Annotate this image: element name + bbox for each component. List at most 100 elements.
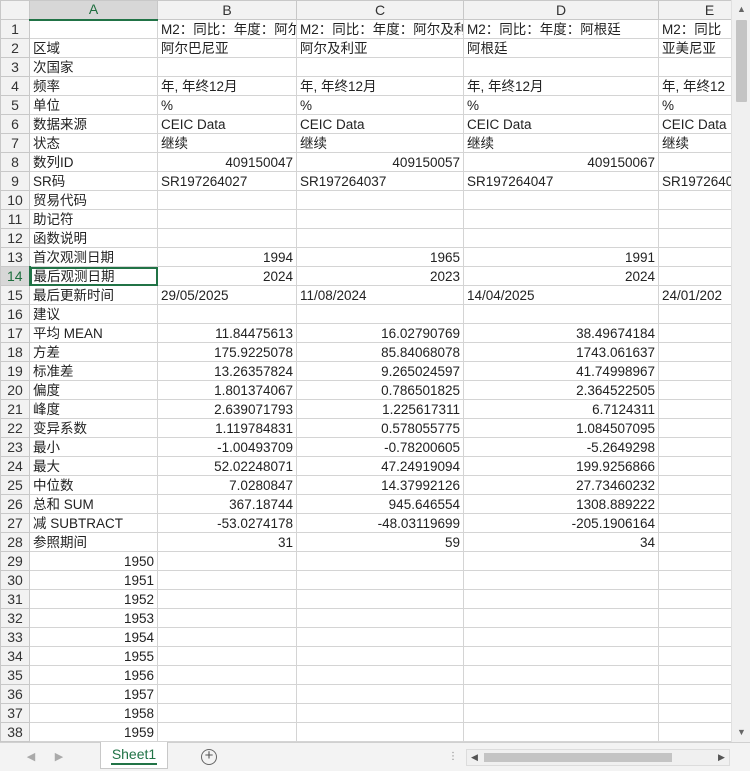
cell-d4[interactable]: 年, 年终12月 [463, 76, 659, 96]
row-header[interactable]: 12 [0, 228, 30, 248]
row-header[interactable]: 3 [0, 57, 30, 77]
cell-b17[interactable]: 11.84475613 [157, 323, 297, 343]
row-header[interactable]: 8 [0, 152, 30, 172]
row-header[interactable]: 18 [0, 342, 30, 362]
cell-a33[interactable]: 1954 [29, 627, 158, 647]
cell-b30[interactable] [157, 570, 297, 590]
cell-d14[interactable]: 2024 [463, 266, 659, 286]
cell-b8[interactable]: 409150047 [157, 152, 297, 172]
cell-d15[interactable]: 14/04/2025 [463, 285, 659, 305]
cell-d27[interactable]: -205.1906164 [463, 513, 659, 533]
cell-b34[interactable] [157, 646, 297, 666]
row-header[interactable]: 28 [0, 532, 30, 552]
row-header[interactable]: 35 [0, 665, 30, 685]
cell-c14[interactable]: 2023 [296, 266, 464, 286]
cell-b19[interactable]: 13.26357824 [157, 361, 297, 381]
cell-b5[interactable]: % [157, 95, 297, 115]
cell-d30[interactable] [463, 570, 659, 590]
cell-b10[interactable] [157, 190, 297, 210]
cell-e15[interactable]: 24/01/202 [658, 285, 731, 305]
cell-d37[interactable] [463, 703, 659, 723]
cell-b1[interactable]: M2：同比：年度：阿尔巴尼亚 [157, 19, 297, 39]
cell-d21[interactable]: 6.7124311 [463, 399, 659, 419]
column-header-d[interactable]: D [463, 0, 659, 20]
cell-b14[interactable]: 2024 [157, 266, 297, 286]
cell-a26[interactable]: 总和 SUM [29, 494, 158, 514]
cell-e27[interactable] [658, 513, 731, 533]
cell-c31[interactable] [296, 589, 464, 609]
cell-a11[interactable]: 助记符 [29, 209, 158, 229]
vertical-scroll-thumb[interactable] [736, 20, 747, 102]
cell-c25[interactable]: 14.37992126 [296, 475, 464, 495]
cell-e38[interactable] [658, 722, 731, 742]
row-header[interactable]: 4 [0, 76, 30, 96]
cell-e29[interactable] [658, 551, 731, 571]
cell-c34[interactable] [296, 646, 464, 666]
cell-e1[interactable]: M2：同比 [658, 19, 731, 39]
cell-a22[interactable]: 变异系数 [29, 418, 158, 438]
cell-d6[interactable]: CEIC Data [463, 114, 659, 134]
cell-a14[interactable]: 最后观测日期 [29, 266, 158, 286]
cell-a30[interactable]: 1951 [29, 570, 158, 590]
scroll-up-icon[interactable]: ▲ [732, 1, 750, 18]
cell-d11[interactable] [463, 209, 659, 229]
column-header-c[interactable]: C [296, 0, 464, 20]
cell-e30[interactable] [658, 570, 731, 590]
cell-d17[interactable]: 38.49674184 [463, 323, 659, 343]
cell-d29[interactable] [463, 551, 659, 571]
cell-c35[interactable] [296, 665, 464, 685]
cell-c19[interactable]: 9.265024597 [296, 361, 464, 381]
cell-b7[interactable]: 继续 [157, 133, 297, 153]
row-header[interactable]: 20 [0, 380, 30, 400]
cell-c10[interactable] [296, 190, 464, 210]
cell-b20[interactable]: 1.801374067 [157, 380, 297, 400]
add-sheet-icon[interactable]: + [201, 748, 217, 765]
cell-d34[interactable] [463, 646, 659, 666]
vertical-scrollbar[interactable]: ▲ ▼ [731, 0, 750, 742]
cell-d32[interactable] [463, 608, 659, 628]
cell-c26[interactable]: 945.646554 [296, 494, 464, 514]
cell-c4[interactable]: 年, 年终12月 [296, 76, 464, 96]
row-header[interactable]: 5 [0, 95, 30, 115]
cell-c11[interactable] [296, 209, 464, 229]
scroll-left-icon[interactable]: ◀ [467, 750, 482, 765]
cell-b37[interactable] [157, 703, 297, 723]
cell-d19[interactable]: 41.74998967 [463, 361, 659, 381]
cell-b11[interactable] [157, 209, 297, 229]
row-header[interactable]: 26 [0, 494, 30, 514]
row-header[interactable]: 6 [0, 114, 30, 134]
cell-b28[interactable]: 31 [157, 532, 297, 552]
row-header[interactable]: 33 [0, 627, 30, 647]
row-header[interactable]: 34 [0, 646, 30, 666]
cell-b24[interactable]: 52.02248071 [157, 456, 297, 476]
cell-e8[interactable] [658, 152, 731, 172]
cell-c1[interactable]: M2：同比：年度：阿尔及利亚 [296, 19, 464, 39]
cell-a4[interactable]: 频率 [29, 76, 158, 96]
cell-d13[interactable]: 1991 [463, 247, 659, 267]
cell-c12[interactable] [296, 228, 464, 248]
cell-d22[interactable]: 1.084507095 [463, 418, 659, 438]
tab-splitter-handle[interactable]: ⋮ [448, 751, 458, 762]
cell-a36[interactable]: 1957 [29, 684, 158, 704]
cell-c32[interactable] [296, 608, 464, 628]
cell-a12[interactable]: 函数说明 [29, 228, 158, 248]
cell-c37[interactable] [296, 703, 464, 723]
prev-sheet-icon[interactable]: ◀ [24, 750, 38, 763]
row-header[interactable]: 30 [0, 570, 30, 590]
cell-b25[interactable]: 7.0280847 [157, 475, 297, 495]
row-header[interactable]: 31 [0, 589, 30, 609]
cell-a6[interactable]: 数据来源 [29, 114, 158, 134]
cell-a15[interactable]: 最后更新时间 [29, 285, 158, 305]
cell-e22[interactable] [658, 418, 731, 438]
cell-b22[interactable]: 1.119784831 [157, 418, 297, 438]
cell-e11[interactable] [658, 209, 731, 229]
cell-e9[interactable]: SR1972640 [658, 171, 731, 191]
cell-e17[interactable] [658, 323, 731, 343]
cell-d23[interactable]: -5.2649298 [463, 437, 659, 457]
column-header-b[interactable]: B [157, 0, 297, 20]
cell-e5[interactable]: % [658, 95, 731, 115]
cell-c29[interactable] [296, 551, 464, 571]
cell-a17[interactable]: 平均 MEAN [29, 323, 158, 343]
cell-a28[interactable]: 参照期间 [29, 532, 158, 552]
cell-a5[interactable]: 单位 [29, 95, 158, 115]
